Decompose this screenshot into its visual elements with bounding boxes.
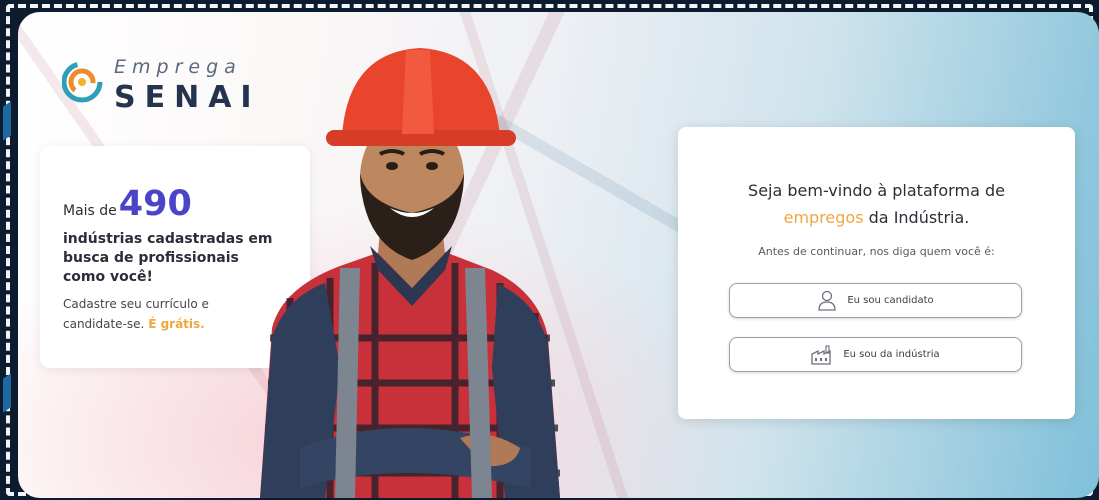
stats-cta-free: É grátis.	[148, 317, 205, 331]
welcome-title-line1: Seja bem-vindo à plataforma de	[748, 181, 1005, 200]
welcome-panel: Seja bem-vindo à plataforma de empregos …	[678, 127, 1075, 419]
worker-photo	[260, 48, 560, 498]
hero-card: Emprega SENAI Mais de490 indústrias cada…	[18, 12, 1099, 498]
left-edge-decoration	[3, 101, 11, 141]
welcome-subtitle: Antes de continuar, nos diga quem você é…	[758, 245, 995, 258]
emprega-senai-logo-icon	[62, 61, 103, 103]
stats-cta: Cadastre seu currículo e candidate-se. É…	[63, 294, 243, 334]
stats-number: 490	[118, 184, 192, 224]
candidate-button[interactable]: Eu sou candidato	[729, 283, 1022, 318]
brand-name-top: Emprega	[114, 56, 242, 78]
welcome-title-highlight: empregos	[783, 208, 864, 227]
industry-button[interactable]: Eu sou da indústria	[729, 337, 1022, 372]
candidate-button-label: Eu sou candidato	[847, 295, 934, 306]
welcome-title: Seja bem-vindo à plataforma de empregos …	[678, 177, 1075, 231]
left-edge-decoration	[3, 373, 11, 413]
stats-headline: Mais de490	[63, 184, 192, 224]
industry-button-label: Eu sou da indústria	[843, 349, 940, 360]
user-icon	[818, 290, 836, 311]
welcome-title-rest: da Indústria.	[868, 208, 970, 227]
stats-prefix: Mais de	[63, 203, 117, 219]
factory-icon	[811, 344, 831, 365]
